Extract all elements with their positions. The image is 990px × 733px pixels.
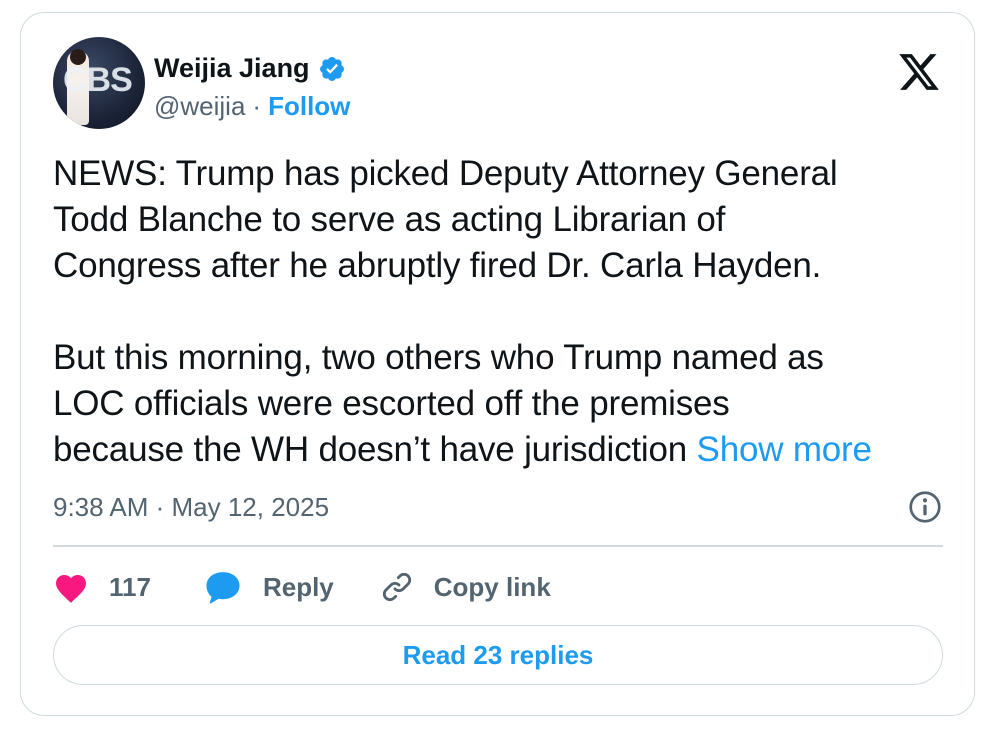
- tweet-timestamp[interactable]: 9:38 AM · May 12, 2025: [53, 492, 329, 523]
- link-icon: [382, 572, 411, 602]
- tweet-card: CBS Weijia Jiang @weijia · Follow NEWS: …: [20, 12, 975, 716]
- show-more-link[interactable]: Show more: [697, 430, 872, 469]
- like-count: 117: [109, 571, 151, 602]
- action-bar: 117 Reply Copy link: [53, 565, 551, 609]
- divider: [53, 545, 943, 547]
- author-handle[interactable]: @weijia: [154, 91, 245, 122]
- like-button[interactable]: 117: [53, 570, 151, 604]
- reply-label: Reply: [262, 571, 334, 602]
- x-logo-icon[interactable]: [896, 50, 942, 94]
- tweet-paragraph: NEWS: Trump has picked Deputy Attorney G…: [53, 154, 838, 285]
- speech-bubble-icon: [206, 572, 240, 604]
- verified-badge-icon: [319, 56, 344, 81]
- avatar-logo-text: CBS: [63, 61, 133, 99]
- avatar[interactable]: CBS: [53, 37, 145, 129]
- tweet-paragraph-truncated: But this morning, two others who Trump n…: [53, 335, 953, 473]
- author-name[interactable]: Weijia Jiang: [154, 53, 310, 84]
- info-icon[interactable]: [907, 489, 943, 525]
- reply-button[interactable]: Reply: [203, 568, 334, 606]
- read-replies-button[interactable]: Read 23 replies: [53, 625, 943, 685]
- tweet-meta-row: 9:38 AM · May 12, 2025: [53, 489, 943, 525]
- tweet-text: NEWS: Trump has picked Deputy Attorney G…: [53, 151, 953, 473]
- follow-link[interactable]: Follow: [268, 91, 350, 122]
- author-name-row: Weijia Jiang: [154, 53, 346, 84]
- author-handle-row: @weijia · Follow: [154, 91, 350, 122]
- copy-link-label: Copy link: [433, 571, 551, 602]
- copy-link-button[interactable]: Copy link: [380, 570, 551, 604]
- read-replies-label: Read 23 replies: [402, 639, 594, 670]
- heart-icon: [56, 575, 86, 603]
- handle-separator: ·: [252, 91, 262, 121]
